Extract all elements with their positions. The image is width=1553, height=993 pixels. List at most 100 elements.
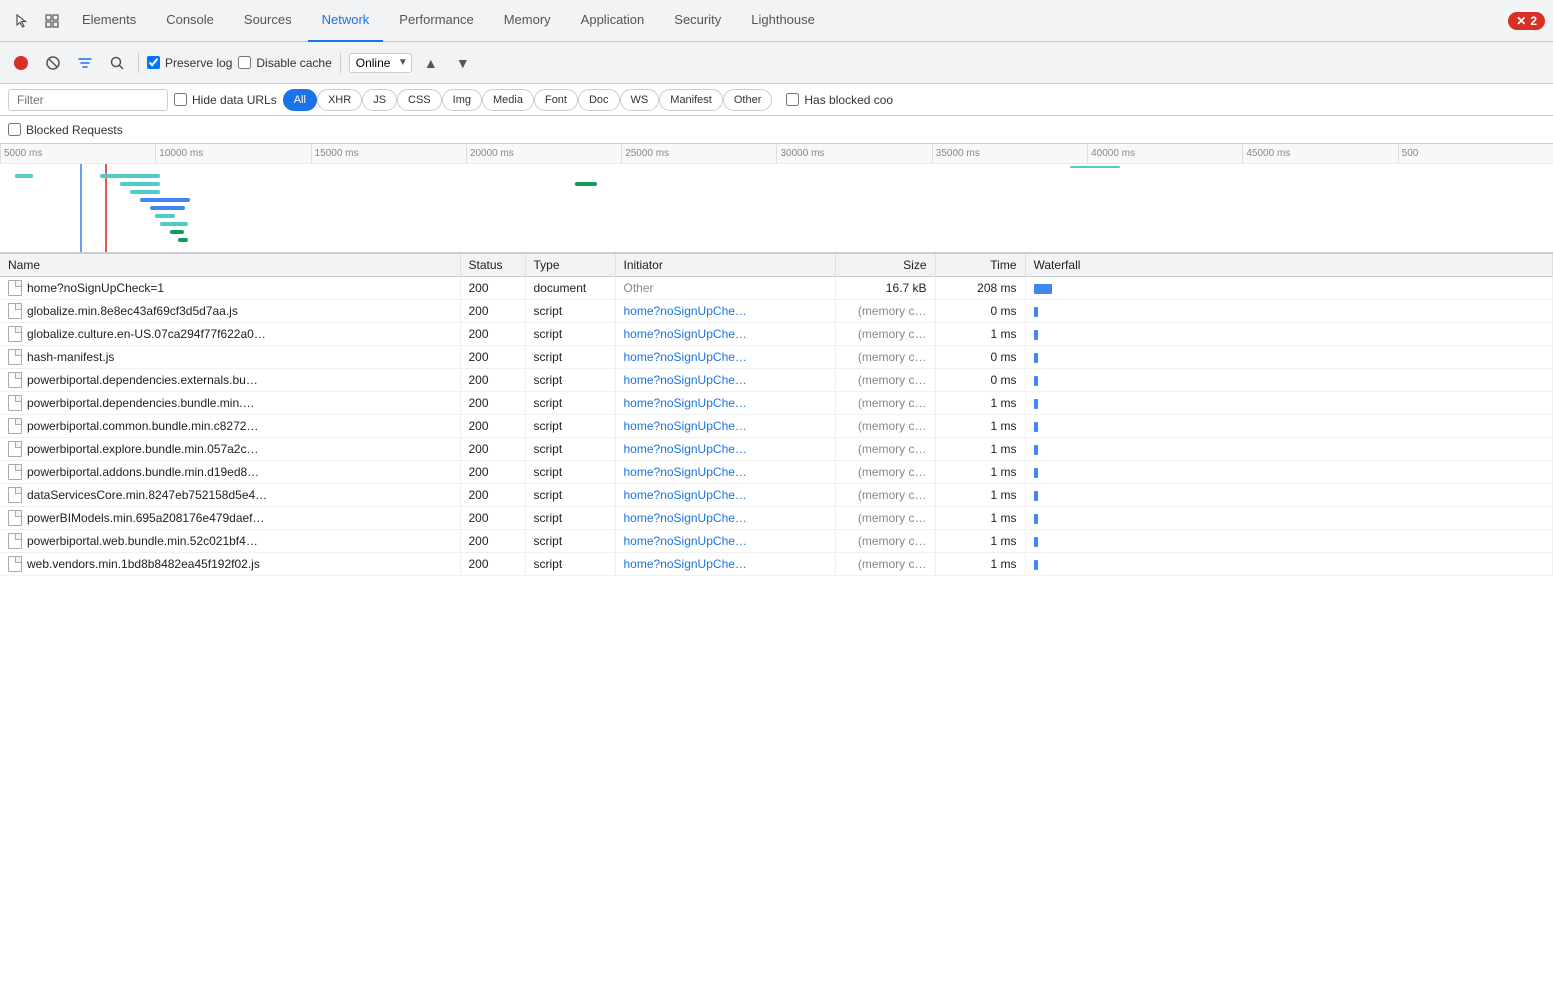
table-row[interactable]: powerbiportal.addons.bundle.min.d19ed8…2… <box>0 461 1553 484</box>
tab-memory[interactable]: Memory <box>490 0 565 42</box>
row-name: powerbiportal.explore.bundle.min.057a2c… <box>27 442 258 456</box>
upload-button[interactable] <box>418 50 444 76</box>
tab-application[interactable]: Application <box>567 0 659 42</box>
row-waterfall <box>1025 323 1553 346</box>
row-time: 1 ms <box>935 553 1025 576</box>
row-time: 1 ms <box>935 507 1025 530</box>
row-initiator-link[interactable]: home?noSignUpChe… <box>624 373 747 387</box>
filter-type-img[interactable]: Img <box>442 89 482 111</box>
col-type[interactable]: Type <box>525 254 615 277</box>
tab-elements[interactable]: Elements <box>68 0 150 42</box>
row-initiator-link[interactable]: home?noSignUpChe… <box>624 442 747 456</box>
tab-lighthouse[interactable]: Lighthouse <box>737 0 829 42</box>
inspect-icon[interactable] <box>38 7 66 35</box>
tab-sources[interactable]: Sources <box>230 0 306 42</box>
row-status: 200 <box>460 346 525 369</box>
filter-type-ws[interactable]: WS <box>620 89 660 111</box>
table-row[interactable]: powerbiportal.web.bundle.min.52c021bf4…2… <box>0 530 1553 553</box>
table-row[interactable]: web.vendors.min.1bd8b8482ea45f192f02.js2… <box>0 553 1553 576</box>
col-size[interactable]: Size <box>835 254 935 277</box>
network-condition-select[interactable]: Online <box>349 53 412 73</box>
col-initiator[interactable]: Initiator <box>615 254 835 277</box>
col-time[interactable]: Time <box>935 254 1025 277</box>
clear-button[interactable] <box>40 50 66 76</box>
record-button[interactable] <box>8 50 34 76</box>
row-initiator-link[interactable]: home?noSignUpChe… <box>624 534 747 548</box>
filter-type-media[interactable]: Media <box>482 89 534 111</box>
ruler-mark-4: 25000 ms <box>621 144 776 163</box>
tab-performance[interactable]: Performance <box>385 0 487 42</box>
filter-type-all[interactable]: All <box>283 89 317 111</box>
cursor-icon[interactable] <box>8 7 36 35</box>
row-initiator-link[interactable]: home?noSignUpChe… <box>624 465 747 479</box>
filter-type-xhr[interactable]: XHR <box>317 89 362 111</box>
row-type: script <box>525 438 615 461</box>
hide-data-urls-label[interactable]: Hide data URLs <box>174 93 277 107</box>
blocked-requests-label[interactable]: Blocked Requests <box>8 123 123 137</box>
table-row[interactable]: home?noSignUpCheck=1200documentOther16.7… <box>0 277 1553 300</box>
search-button[interactable] <box>104 50 130 76</box>
filter-bar: Hide data URLs AllXHRJSCSSImgMediaFontDo… <box>0 84 1553 116</box>
download-button[interactable] <box>450 50 476 76</box>
table-row[interactable]: powerbiportal.common.bundle.min.c8272…20… <box>0 415 1553 438</box>
row-name: globalize.min.8e8ec43af69cf3d5d7aa.js <box>27 304 238 318</box>
preserve-log-label[interactable]: Preserve log <box>147 56 232 70</box>
filter-icon-button[interactable] <box>72 50 98 76</box>
row-initiator-link[interactable]: home?noSignUpChe… <box>624 396 747 410</box>
disable-cache-label[interactable]: Disable cache <box>238 56 331 70</box>
row-initiator: home?noSignUpChe… <box>615 392 835 415</box>
row-initiator-link[interactable]: home?noSignUpChe… <box>624 488 747 502</box>
filter-type-manifest[interactable]: Manifest <box>659 89 723 111</box>
tab-security[interactable]: Security <box>660 0 735 42</box>
tl-bar-8 <box>160 222 188 226</box>
table-row[interactable]: powerbiportal.dependencies.bundle.min.…2… <box>0 392 1553 415</box>
blocked-requests-checkbox[interactable] <box>8 123 21 136</box>
row-status: 200 <box>460 530 525 553</box>
filter-input[interactable] <box>8 89 168 111</box>
table-row[interactable]: hash-manifest.js200scripthome?noSignUpCh… <box>0 346 1553 369</box>
row-size: (memory c… <box>835 369 935 392</box>
table-row[interactable]: dataServicesCore.min.8247eb752158d5e4…20… <box>0 484 1553 507</box>
row-initiator-link[interactable]: home?noSignUpChe… <box>624 327 747 341</box>
row-size: (memory c… <box>835 438 935 461</box>
col-status[interactable]: Status <box>460 254 525 277</box>
col-name[interactable]: Name <box>0 254 460 277</box>
has-blocked-checkbox[interactable] <box>786 93 799 106</box>
disable-cache-checkbox[interactable] <box>238 56 251 69</box>
table-row[interactable]: globalize.min.8e8ec43af69cf3d5d7aa.js200… <box>0 300 1553 323</box>
hide-data-urls-checkbox[interactable] <box>174 93 187 106</box>
row-initiator-link[interactable]: home?noSignUpChe… <box>624 419 747 433</box>
row-time: 0 ms <box>935 346 1025 369</box>
network-table: Name Status Type Initiator Size Time Wat… <box>0 254 1553 576</box>
row-initiator-link[interactable]: home?noSignUpChe… <box>624 350 747 364</box>
row-waterfall <box>1025 553 1553 576</box>
table-row[interactable]: powerBIModels.min.695a208176e479daef…200… <box>0 507 1553 530</box>
row-size: (memory c… <box>835 323 935 346</box>
filter-type-css[interactable]: CSS <box>397 89 442 111</box>
row-initiator-link[interactable]: home?noSignUpChe… <box>624 557 747 571</box>
timeline-ruler: 5000 ms10000 ms15000 ms20000 ms25000 ms3… <box>0 144 1553 164</box>
row-status: 200 <box>460 369 525 392</box>
col-waterfall[interactable]: Waterfall <box>1025 254 1553 277</box>
preserve-log-checkbox[interactable] <box>147 56 160 69</box>
row-time: 0 ms <box>935 300 1025 323</box>
table-row[interactable]: globalize.culture.en-US.07ca294f77f622a0… <box>0 323 1553 346</box>
table-row[interactable]: powerbiportal.dependencies.externals.bu…… <box>0 369 1553 392</box>
table-row[interactable]: powerbiportal.explore.bundle.min.057a2c…… <box>0 438 1553 461</box>
tab-network[interactable]: Network <box>308 0 384 42</box>
row-waterfall <box>1025 484 1553 507</box>
filter-type-font[interactable]: Font <box>534 89 578 111</box>
tab-console[interactable]: Console <box>152 0 228 42</box>
row-size: (memory c… <box>835 415 935 438</box>
row-initiator-link[interactable]: home?noSignUpChe… <box>624 304 747 318</box>
filter-type-other[interactable]: Other <box>723 89 773 111</box>
row-type: script <box>525 530 615 553</box>
row-waterfall <box>1025 530 1553 553</box>
file-icon <box>8 556 22 572</box>
row-name: powerBIModels.min.695a208176e479daef… <box>27 511 265 525</box>
timeline-content <box>0 164 1553 254</box>
error-badge[interactable]: ✕ 2 <box>1508 12 1545 30</box>
row-initiator-link[interactable]: home?noSignUpChe… <box>624 511 747 525</box>
filter-type-doc[interactable]: Doc <box>578 89 620 111</box>
filter-type-js[interactable]: JS <box>362 89 397 111</box>
